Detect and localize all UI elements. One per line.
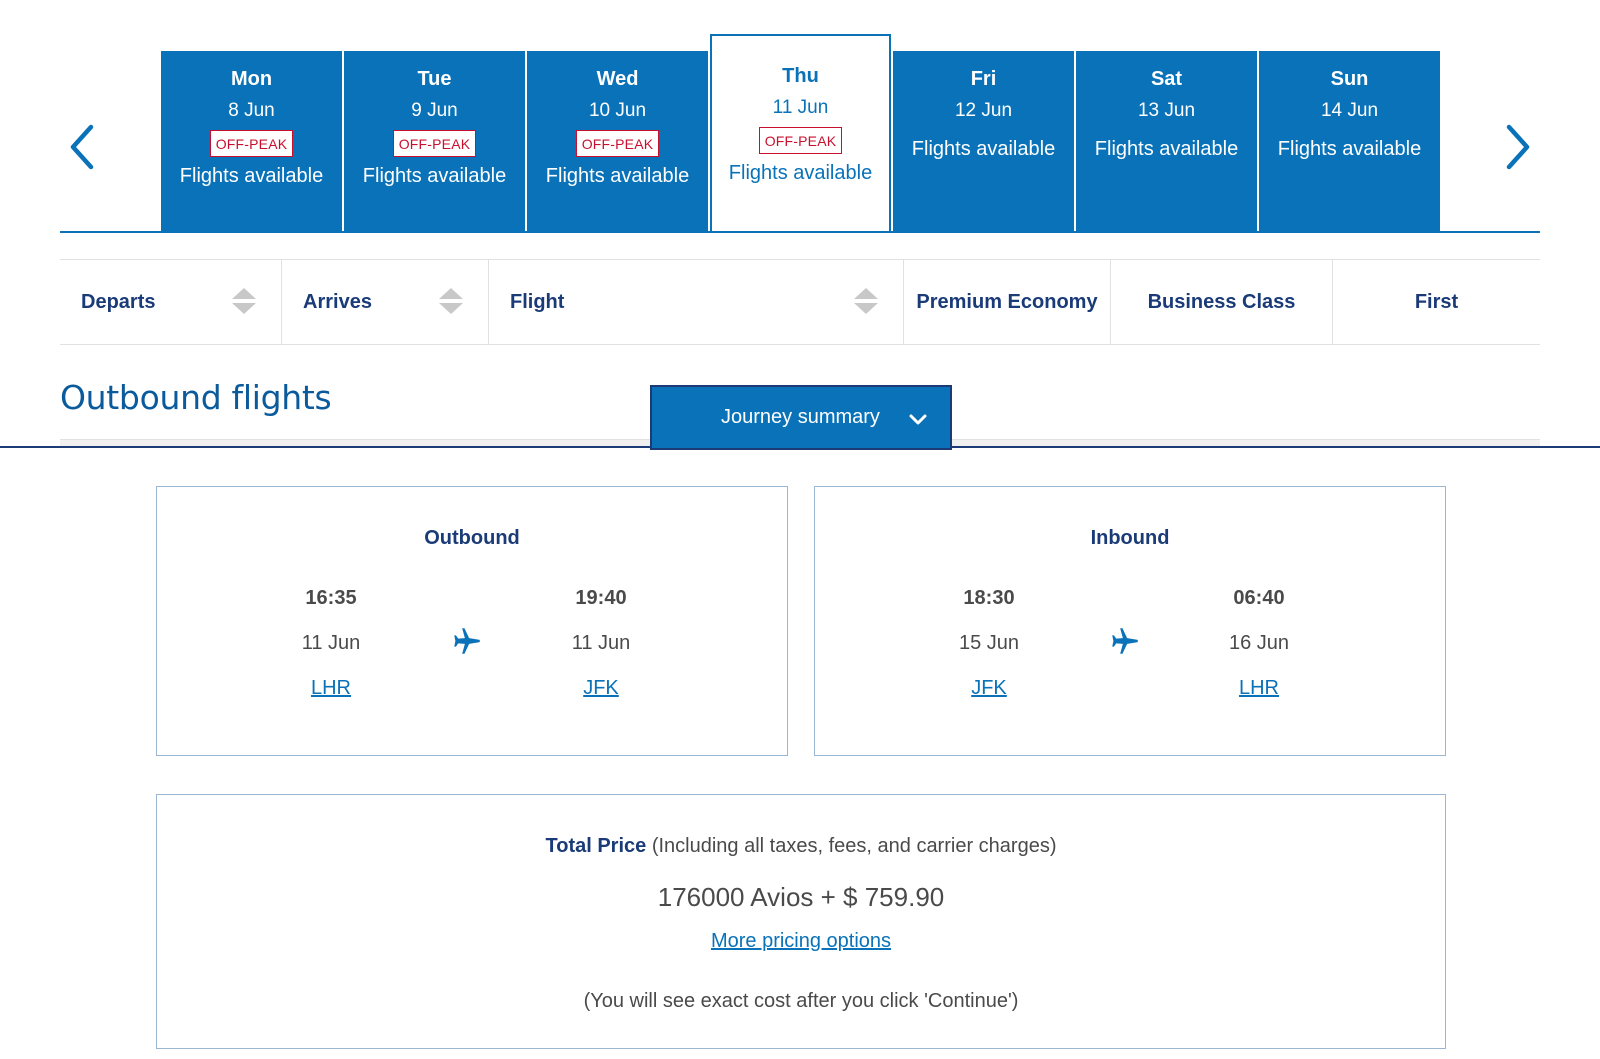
chevron-left-icon [70, 124, 94, 170]
day-date: 12 Jun [954, 100, 1013, 121]
day-date: 14 Jun [1320, 100, 1379, 121]
column-label: Flight [510, 290, 565, 313]
sort-icon[interactable] [853, 286, 879, 316]
arrival-info: 19:40 11 Jun JFK [541, 587, 661, 700]
column-label: Business Class [1147, 290, 1296, 313]
arrival-info: 06:40 16 Jun LHR [1199, 587, 1319, 700]
column-label: Departs [81, 290, 156, 313]
departure-time: 18:30 [963, 587, 1015, 609]
column-flight[interactable]: Flight [489, 260, 904, 344]
day-date: 13 Jun [1137, 100, 1196, 121]
day-name: Fri [970, 68, 997, 90]
chevron-down-icon [909, 414, 927, 425]
arrival-airport-link[interactable]: LHR [1199, 677, 1319, 700]
day-date: 8 Jun [228, 100, 275, 121]
arrival-airport-link[interactable]: JFK [541, 677, 661, 700]
departure-date: 11 Jun [301, 632, 361, 654]
total-price-qualifier: (Including all taxes, fees, and carrier … [646, 835, 1057, 857]
day-name: Thu [782, 65, 819, 87]
day-status: Flights available [362, 165, 507, 187]
total-price-label: Total Price [545, 835, 647, 857]
arrival-date: 11 Jun [571, 632, 631, 654]
journey-summary-label: Journey summary [721, 406, 880, 428]
day-date: 10 Jun [588, 100, 647, 121]
arrival-time: 06:40 [1233, 587, 1285, 609]
day-name: Sun [1330, 68, 1369, 90]
column-departs[interactable]: Departs [60, 260, 282, 344]
departure-date: 15 Jun [958, 632, 1020, 654]
offpeak-badge: OFF-PEAK [575, 130, 660, 157]
day-date: 9 Jun [411, 100, 458, 121]
day-status: Flights available [1094, 138, 1239, 160]
card-title: Outbound [424, 527, 520, 549]
total-price-label-line: Total Price (Including all taxes, fees, … [157, 835, 1445, 858]
total-price-amount: 176000 Avios + $ 759.90 [657, 882, 945, 912]
departure-time: 16:35 [305, 587, 357, 609]
day-tab-sun[interactable]: Sun 14 Jun Flights available [1259, 51, 1440, 232]
departure-airport-link[interactable]: LHR [271, 677, 391, 700]
date-carousel: Mon 8 Jun OFF-PEAK Flights available Tue… [161, 34, 1440, 233]
carousel-divider [60, 231, 1540, 233]
column-premium-economy: Premium Economy [904, 260, 1111, 344]
column-label: Arrives [303, 290, 372, 313]
more-pricing-wrapper: More pricing options [157, 930, 1445, 953]
day-name: Wed [596, 68, 639, 90]
column-label: First [1414, 290, 1459, 313]
day-tab-sat[interactable]: Sat 13 Jun Flights available [1076, 51, 1257, 232]
day-tab-thu-selected[interactable]: Thu 11 Jun OFF-PEAK Flights available [710, 34, 891, 233]
airplane-icon [1112, 628, 1138, 654]
column-label: Premium Economy [916, 290, 1098, 313]
price-note: (You will see exact cost after you click… [583, 990, 1019, 1012]
day-status: Flights available [179, 165, 324, 187]
day-name: Sat [1150, 68, 1183, 90]
day-name: Mon [230, 68, 273, 90]
prev-dates-button[interactable] [52, 112, 112, 182]
outbound-flights-heading: Outbound flights [60, 378, 332, 417]
card-title: Inbound [1090, 527, 1170, 549]
arrival-date: 16 Jun [1228, 632, 1290, 654]
offpeak-badge: OFF-PEAK [209, 130, 294, 157]
more-pricing-options-link[interactable]: More pricing options [711, 930, 891, 952]
arrival-time: 19:40 [575, 587, 627, 609]
departure-info: 16:35 11 Jun LHR [271, 587, 391, 700]
departure-info: 18:30 15 Jun JFK [929, 587, 1049, 700]
column-arrives[interactable]: Arrives [282, 260, 489, 344]
offpeak-badge: OFF-PEAK [392, 130, 477, 157]
journey-summary-toggle[interactable]: Journey summary [650, 385, 952, 450]
column-first: First [1333, 260, 1540, 344]
inbound-summary-card: Inbound 18:30 15 Jun JFK 06:40 16 Jun LH… [814, 486, 1446, 756]
total-price-card: Total Price (Including all taxes, fees, … [156, 794, 1446, 1049]
day-date: 11 Jun [772, 97, 829, 118]
day-status: Flights available [911, 138, 1056, 160]
airplane-icon [454, 628, 480, 654]
day-tab-tue[interactable]: Tue 9 Jun OFF-PEAK Flights available [344, 51, 525, 232]
offpeak-badge: OFF-PEAK [758, 127, 843, 154]
day-tab-fri[interactable]: Fri 12 Jun Flights available [893, 51, 1074, 232]
day-name: Tue [417, 68, 452, 90]
sort-icon[interactable] [231, 286, 257, 316]
next-dates-button[interactable] [1488, 112, 1548, 182]
results-column-headers: Departs Arrives Flight Premium Economy B… [60, 259, 1540, 345]
day-status: Flights available [545, 165, 690, 187]
day-status: Flights available [728, 162, 873, 184]
departure-airport-link[interactable]: JFK [929, 677, 1049, 700]
sort-icon[interactable] [438, 286, 464, 316]
day-tab-mon[interactable]: Mon 8 Jun OFF-PEAK Flights available [161, 51, 342, 232]
day-status: Flights available [1277, 138, 1422, 160]
column-business-class: Business Class [1111, 260, 1333, 344]
outbound-summary-card: Outbound 16:35 11 Jun LHR 19:40 11 Jun J… [156, 486, 788, 756]
day-tab-wed[interactable]: Wed 10 Jun OFF-PEAK Flights available [527, 51, 708, 232]
chevron-right-icon [1506, 124, 1530, 170]
